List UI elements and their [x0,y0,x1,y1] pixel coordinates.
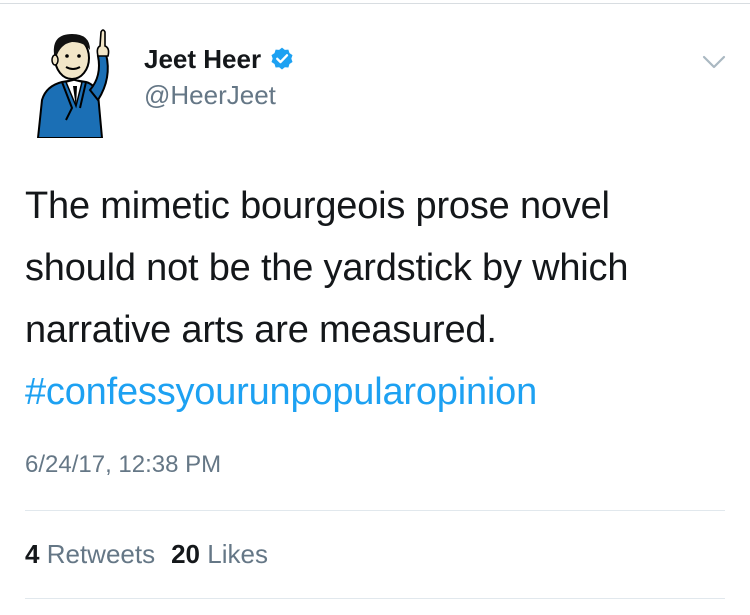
verified-badge-icon [271,47,293,70]
divider [25,598,725,599]
user-handle[interactable]: @HeerJeet [144,80,295,110]
retweets-stat[interactable]: 4 Retweets [25,538,155,570]
likes-label: Likes [207,539,268,569]
likes-count: 20 [171,539,201,569]
likes-stat[interactable]: 20 Likes [171,538,268,570]
avatar[interactable] [28,20,124,138]
tweet-text-line: should not be the yardstick by which [25,247,629,289]
hashtag-link[interactable]: #confessyourunpopularopinion [25,361,725,423]
name-row: Jeet Heer [144,44,295,74]
engagement-stats: 4 Retweets 20 Likes [25,538,268,570]
tweet-text-line: narrative arts are measured. [25,309,497,351]
tweet-timestamp[interactable]: 6/24/17, 12:38 PM [25,450,221,480]
tweet-text-line: The mimetic bourgeois prose novel [25,185,610,227]
top-divider [0,3,750,4]
retweets-count: 4 [25,539,40,569]
divider [25,510,725,511]
chevron-down-icon[interactable] [700,52,728,72]
display-name[interactable]: Jeet Heer [144,44,261,74]
retweets-label: Retweets [46,539,156,569]
tweet-header: Jeet Heer @HeerJeet [144,44,295,110]
tweet-card: Jeet Heer @HeerJeet The mimetic bourgeoi… [0,0,750,615]
tweet-text: The mimetic bourgeois prose novel should… [25,175,725,423]
